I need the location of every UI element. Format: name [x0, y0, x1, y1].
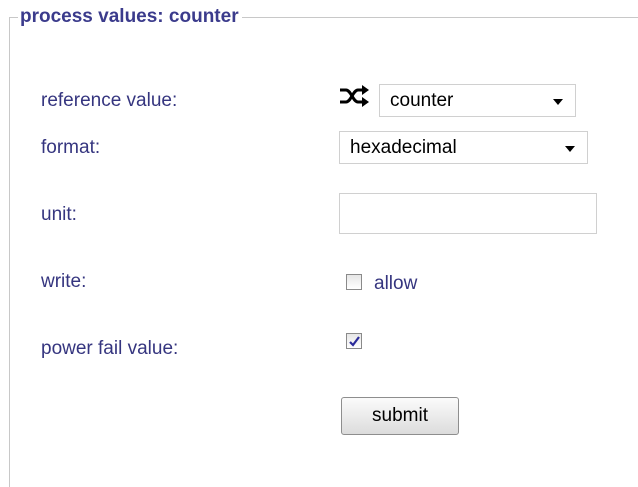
power-fail-value-label: power fail value:	[41, 338, 179, 359]
dropdown-arrow-icon	[553, 99, 563, 105]
format-selected: hexadecimal	[350, 137, 457, 158]
reference-value-select[interactable]: counter	[379, 84, 576, 117]
fieldset-legend: process values: counter	[18, 5, 242, 29]
write-allow-checkbox[interactable]	[346, 274, 362, 290]
reference-value-selected: counter	[390, 90, 454, 111]
format-select[interactable]: hexadecimal	[339, 131, 588, 164]
write-allow-label[interactable]: allow	[374, 272, 417, 296]
submit-button[interactable]: submit	[341, 397, 459, 435]
write-label: write:	[41, 271, 87, 292]
checkmark-icon	[349, 336, 360, 347]
shuffle-icon[interactable]	[338, 84, 370, 113]
unit-input[interactable]	[339, 193, 597, 234]
unit-label: unit:	[41, 204, 77, 225]
dropdown-arrow-icon	[565, 146, 575, 152]
power-fail-value-checkbox[interactable]	[346, 333, 362, 349]
reference-value-label: reference value:	[41, 90, 178, 111]
format-label: format:	[41, 137, 101, 158]
